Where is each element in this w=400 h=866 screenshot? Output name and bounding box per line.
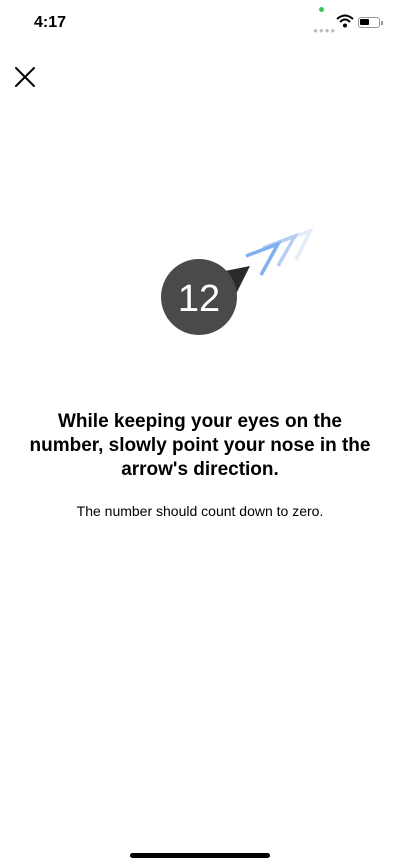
status-time: 4:17	[34, 14, 67, 31]
countdown-number: 12	[178, 278, 220, 320]
instruction-text: While keeping your eyes on the number, s…	[29, 411, 371, 480]
wifi-icon	[336, 14, 354, 28]
hint-text: The number should count down to zero.	[76, 503, 324, 519]
exercise-graphic: 12	[161, 227, 314, 335]
home-indicator[interactable]	[130, 853, 270, 858]
battery-icon	[358, 17, 383, 28]
direction-arrows-icon	[245, 227, 314, 276]
cellular-signal-icon: ●●●●	[313, 26, 337, 35]
status-bar: 4:17 ●●●●	[0, 0, 400, 44]
mic-indicator-icon	[319, 7, 324, 12]
close-icon[interactable]	[12, 64, 38, 90]
